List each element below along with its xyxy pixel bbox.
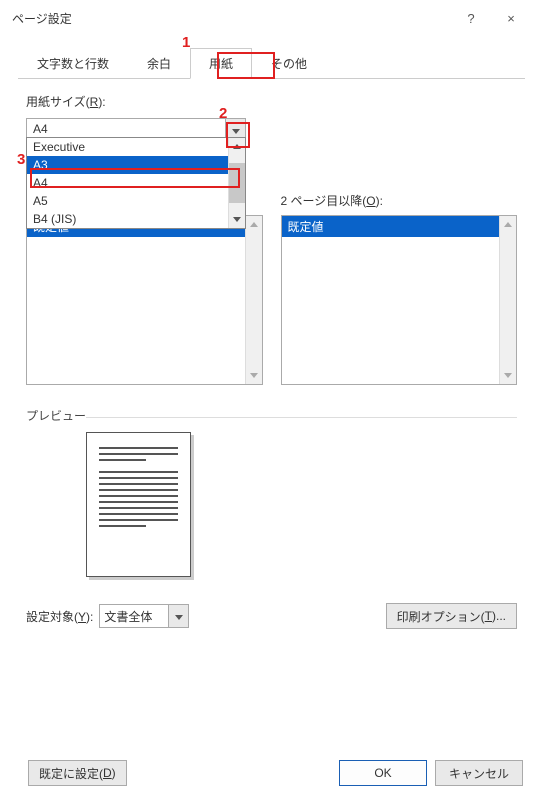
chevron-down-icon [175,609,183,623]
apply-to-label: 設定対象(Y): [26,608,93,625]
dropdown-item-a5[interactable]: A5 [27,192,245,210]
dialog-title: ページ設定 [12,10,451,27]
print-options-button[interactable]: 印刷オプション(T)... [386,603,517,629]
list-item[interactable]: 既定値 [282,216,500,237]
titlebar: ページ設定 ? × [0,0,543,36]
divider [86,417,517,418]
other-pages-tray-list[interactable]: 既定値 [281,215,518,385]
help-button[interactable]: ? [451,11,491,26]
dropdown-item-executive[interactable]: Executive [27,138,245,156]
apply-to-value: 文書全体 [100,605,168,627]
scroll-up-icon[interactable] [229,138,245,155]
tab-chars-lines[interactable]: 文字数と行数 [18,48,128,79]
tab-strip: 文字数と行数 余白 用紙 その他 [18,48,525,79]
tab-other[interactable]: その他 [252,48,326,79]
scroll-thumb[interactable] [229,163,245,203]
preview-page [86,432,191,577]
paper-size-dropdown-list[interactable]: Executive A3 A4 A5 B4 (JIS) [26,137,246,229]
preview-label: プレビュー [26,407,517,424]
chevron-down-icon [232,123,240,137]
scroll-down-icon[interactable] [500,367,516,384]
cancel-button[interactable]: キャンセル [435,760,523,786]
ok-button[interactable]: OK [339,760,427,786]
callout-1: 1 [182,34,190,51]
dropdown-scrollbar[interactable] [228,138,245,228]
other-pages-tray-label: 2 ページ目以降(O): [281,192,518,209]
scroll-up-icon[interactable] [500,216,516,233]
paper-size-label: 用紙サイズ(R): [26,93,517,110]
listbox-scrollbar[interactable] [245,216,262,384]
tab-margins[interactable]: 余白 [128,48,190,79]
close-button[interactable]: × [491,11,531,26]
set-default-button[interactable]: 既定に設定(D) [28,760,127,786]
scroll-down-icon[interactable] [229,211,245,228]
apply-to-combo[interactable]: 文書全体 [99,604,189,628]
dropdown-item-a3[interactable]: A3 [27,156,245,174]
scroll-up-icon[interactable] [246,216,262,233]
apply-to-dropdown-button[interactable] [168,605,188,627]
callout-2: 2 [219,105,227,122]
tab-paper[interactable]: 用紙 [190,48,252,79]
dropdown-item-b4jis[interactable]: B4 (JIS) [27,210,245,228]
first-page-tray-list[interactable]: 既定値 [26,215,263,385]
scroll-down-icon[interactable] [246,367,262,384]
callout-3: 3 [17,151,25,168]
listbox-scrollbar[interactable] [499,216,516,384]
dropdown-item-a4[interactable]: A4 [27,174,245,192]
